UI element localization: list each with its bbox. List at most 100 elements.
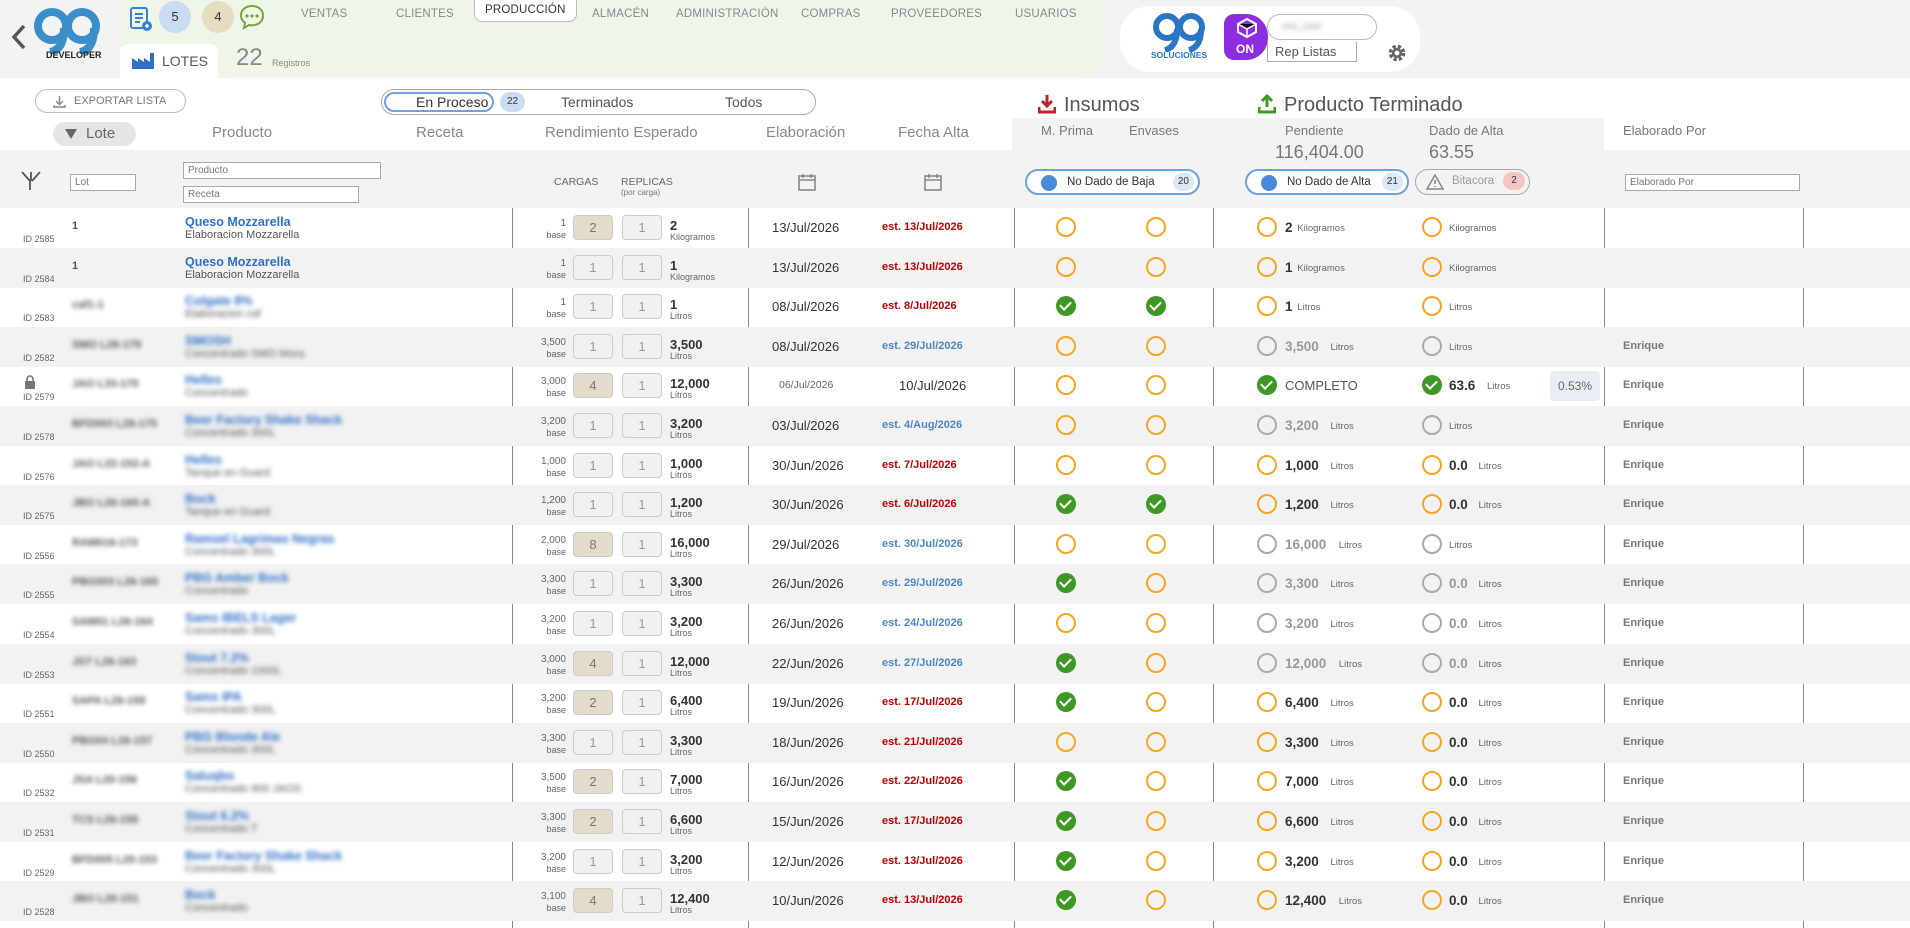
envases-status[interactable] bbox=[1146, 217, 1166, 237]
pendiente-status[interactable] bbox=[1257, 533, 1277, 554]
pendiente-status[interactable] bbox=[1257, 652, 1277, 673]
m-prima-status[interactable] bbox=[1056, 256, 1076, 277]
m-prima-status[interactable] bbox=[1056, 771, 1076, 792]
pendiente-status[interactable] bbox=[1257, 415, 1277, 435]
lot-filter-input[interactable] bbox=[70, 174, 136, 191]
pendiente-status[interactable] bbox=[1257, 454, 1277, 475]
replicas-stepper[interactable]: 1 bbox=[622, 650, 662, 676]
alta-date-icon[interactable] bbox=[923, 172, 943, 192]
table-row[interactable]: ID 2585 1 Queso Mozzarella Elaboracion Mozz… bbox=[0, 208, 1910, 248]
m-prima-status[interactable] bbox=[1056, 335, 1076, 356]
message-badge[interactable]: 4 bbox=[202, 1, 234, 33]
product-link[interactable]: Stout 7.2% bbox=[185, 651, 249, 665]
pendiente-status[interactable] bbox=[1257, 494, 1277, 515]
envases-status[interactable] bbox=[1146, 454, 1166, 475]
cargas-stepper[interactable]: 2 bbox=[573, 769, 613, 795]
product-link[interactable]: Stout 6.2% bbox=[185, 809, 249, 823]
dado-alta-status[interactable] bbox=[1422, 652, 1442, 673]
cargas-stepper[interactable]: 4 bbox=[573, 373, 613, 399]
product-link[interactable]: Beer Factory Shake Shack bbox=[185, 849, 342, 863]
cargas-stepper[interactable]: 4 bbox=[573, 888, 613, 914]
table-row[interactable]: ID 2554 SAM01 L26-164 Sams IBELS Lager Conc… bbox=[0, 604, 1910, 644]
tab-en-proceso[interactable]: En Proceso bbox=[416, 94, 488, 110]
pendiente-status[interactable] bbox=[1257, 731, 1277, 752]
table-row[interactable]: ID 2583 caf1-1 Colgate 8% Elaboracion caf 1 b… bbox=[0, 287, 1910, 327]
envases-status[interactable] bbox=[1146, 256, 1166, 277]
table-row[interactable]: ID 2556 RAM016-173 Ramsel Lagrimas Negras C… bbox=[0, 525, 1910, 565]
cargas-stepper[interactable]: 1 bbox=[573, 254, 613, 280]
cargas-stepper[interactable]: 1 bbox=[573, 848, 613, 874]
replicas-stepper[interactable]: 1 bbox=[622, 809, 662, 834]
replicas-stepper[interactable]: 1 bbox=[622, 888, 662, 914]
cargas-stepper[interactable]: 1 bbox=[573, 333, 613, 359]
dado-alta-status[interactable] bbox=[1422, 731, 1442, 752]
cargas-stepper[interactable]: 1 bbox=[573, 452, 613, 478]
dado-alta-status[interactable] bbox=[1422, 811, 1442, 831]
nav-ventas[interactable]: VENTAS bbox=[301, 8, 347, 20]
envases-status[interactable] bbox=[1146, 533, 1166, 554]
cargas-stepper[interactable]: 1 bbox=[573, 413, 613, 438]
replicas-stepper[interactable]: 1 bbox=[622, 611, 662, 636]
envases-status[interactable] bbox=[1146, 850, 1166, 871]
user-field[interactable]: xxx_user bbox=[1267, 14, 1377, 40]
envases-status[interactable] bbox=[1146, 731, 1166, 752]
product-link[interactable]: SMOSH bbox=[185, 334, 231, 348]
replicas-stepper[interactable]: 1 bbox=[622, 571, 662, 597]
pendiente-status[interactable] bbox=[1257, 375, 1277, 396]
dado-alta-status[interactable] bbox=[1422, 415, 1442, 435]
table-row[interactable]: ID 2531 TCS L26-158 Stout 6.2% Concentrado … bbox=[0, 802, 1910, 842]
table-row[interactable]: ID 2584 1 Queso Mozzarella Elaboracion Mozz… bbox=[0, 247, 1910, 288]
table-row[interactable]: ID 2532 JSA L20-156 Saluqbo Concentrado 900… bbox=[0, 762, 1910, 802]
pendiente-status[interactable] bbox=[1257, 335, 1277, 356]
nav-administracion[interactable]: ADMINISTRACIÓN bbox=[676, 8, 778, 20]
dado-alta-status[interactable] bbox=[1422, 613, 1442, 633]
table-row[interactable]: ID 2550 PBG04 L26-157 PBG Blonde Ale Concen… bbox=[0, 722, 1910, 763]
m-prima-status[interactable] bbox=[1056, 652, 1076, 673]
cargas-stepper[interactable]: 2 bbox=[573, 809, 613, 834]
envases-status[interactable] bbox=[1146, 692, 1166, 713]
m-prima-status[interactable] bbox=[1056, 811, 1076, 831]
dado-alta-status[interactable] bbox=[1422, 217, 1442, 237]
m-prima-status[interactable] bbox=[1056, 890, 1076, 911]
producto-filter-input[interactable] bbox=[183, 162, 381, 179]
dado-alta-status[interactable] bbox=[1422, 771, 1442, 792]
tab-terminados[interactable]: Terminados bbox=[561, 94, 633, 110]
m-prima-status[interactable] bbox=[1056, 375, 1076, 396]
replicas-stepper[interactable]: 1 bbox=[622, 333, 662, 359]
replicas-stepper[interactable]: 1 bbox=[622, 373, 662, 399]
m-prima-status[interactable] bbox=[1056, 494, 1076, 515]
cargas-stepper[interactable]: 1 bbox=[573, 571, 613, 597]
pendiente-status[interactable] bbox=[1257, 811, 1277, 831]
cargas-stepper[interactable]: 2 bbox=[573, 215, 613, 240]
m-prima-status[interactable] bbox=[1056, 573, 1076, 594]
pendiente-status[interactable] bbox=[1257, 573, 1277, 594]
table-row[interactable]: ID 2578 BFD003 L26-175 Beer Factory Shake … bbox=[0, 406, 1910, 446]
tab-lotes[interactable]: LOTES bbox=[120, 44, 218, 78]
dado-alta-status[interactable] bbox=[1422, 850, 1442, 871]
dado-alta-status[interactable] bbox=[1422, 256, 1442, 277]
nav-almacen[interactable]: ALMACÉN bbox=[592, 8, 649, 20]
product-link[interactable]: Queso Mozzarella bbox=[185, 255, 291, 269]
notification-badge[interactable]: 5 bbox=[159, 1, 191, 33]
product-link[interactable]: Bock bbox=[185, 888, 216, 902]
product-link[interactable]: Saluqbo bbox=[185, 769, 234, 783]
m-prima-status[interactable] bbox=[1056, 454, 1076, 475]
dado-alta-status[interactable] bbox=[1422, 573, 1442, 594]
elaborado-filter-input[interactable] bbox=[1625, 174, 1800, 191]
pendiente-status[interactable] bbox=[1257, 256, 1277, 277]
nav-clientes[interactable]: CLIENTES bbox=[396, 8, 454, 20]
pendiente-status[interactable] bbox=[1257, 692, 1277, 713]
replicas-stepper[interactable]: 1 bbox=[622, 531, 662, 557]
replicas-stepper[interactable]: 1 bbox=[622, 413, 662, 438]
table-row[interactable]: ID 2555 PBG003 L26-165 PBG Amber Bock Conce… bbox=[0, 564, 1910, 605]
filter-funnel-icon[interactable] bbox=[20, 170, 42, 192]
envases-status[interactable] bbox=[1146, 652, 1166, 673]
m-prima-status[interactable] bbox=[1056, 217, 1076, 237]
envases-status[interactable] bbox=[1146, 890, 1166, 911]
dado-alta-status[interactable] bbox=[1422, 692, 1442, 713]
product-link[interactable]: Sams IBELS Lager bbox=[185, 611, 296, 625]
nav-proveedores[interactable]: PROVEEDORES bbox=[891, 8, 982, 20]
chat-icon[interactable] bbox=[238, 3, 266, 31]
replicas-stepper[interactable]: 1 bbox=[622, 254, 662, 280]
cargas-stepper[interactable]: 1 bbox=[573, 294, 613, 320]
